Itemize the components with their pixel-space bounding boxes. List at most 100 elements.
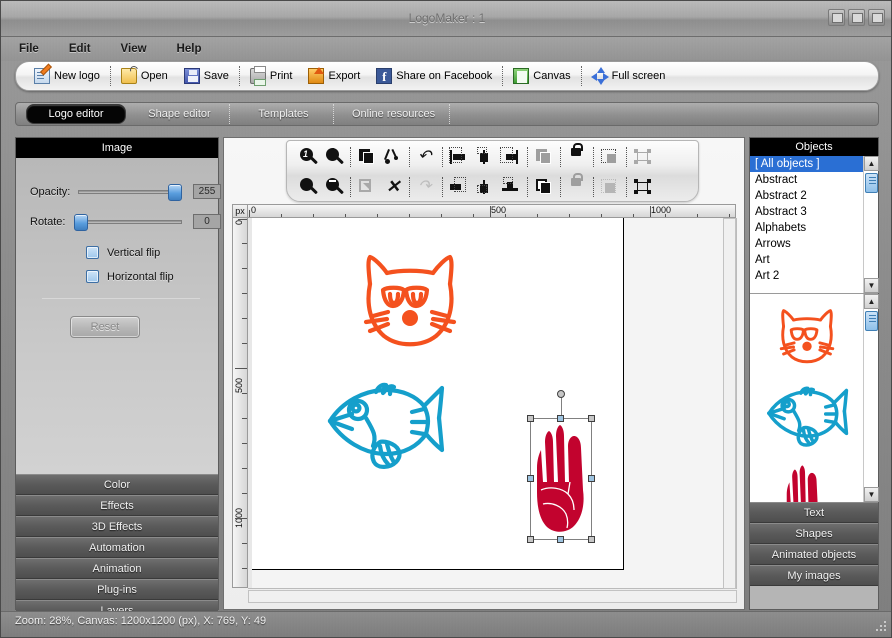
ungroup-icon[interactable] xyxy=(630,175,656,199)
list-item[interactable]: Art xyxy=(750,252,863,268)
resize-handle-w[interactable] xyxy=(527,475,534,482)
list-item[interactable]: Abstract 2 xyxy=(750,188,863,204)
open-button[interactable]: Open xyxy=(113,63,176,89)
undo-icon[interactable]: ↶ xyxy=(413,145,439,169)
preview-scroll-up-arrow-icon[interactable]: ▲ xyxy=(864,294,879,309)
tab-online-resources[interactable]: Online resources xyxy=(338,104,450,124)
paste-icon[interactable] xyxy=(354,175,380,199)
preview-hand-thumb[interactable] xyxy=(783,462,823,502)
align-left-icon[interactable] xyxy=(446,145,472,169)
opacity-value[interactable]: 255 xyxy=(193,184,221,199)
canvas-object-cat-face[interactable] xyxy=(340,246,480,358)
list-item[interactable]: Abstract xyxy=(750,172,863,188)
horizontal-flip-row[interactable]: Horizontal flip xyxy=(86,270,174,283)
rotate-slider-knob[interactable] xyxy=(74,214,88,231)
accordion-effects[interactable]: Effects xyxy=(16,495,218,516)
accordion-animation[interactable]: Animation xyxy=(16,558,218,579)
list-item[interactable]: Art 2 xyxy=(750,268,863,284)
tab-logo-editor[interactable]: Logo editor xyxy=(26,104,126,124)
list-item[interactable]: [ All objects ] xyxy=(750,156,863,172)
opacity-slider-knob[interactable] xyxy=(168,184,182,201)
select-all-icon[interactable] xyxy=(597,145,623,169)
preview-scroll-down-arrow-icon[interactable]: ▼ xyxy=(864,487,879,502)
menu-edit[interactable]: Edit xyxy=(67,41,93,57)
export-button[interactable]: Export xyxy=(300,63,368,89)
list-item[interactable]: Arrows xyxy=(750,236,863,252)
fullscreen-button[interactable]: Full screen xyxy=(584,63,674,89)
resize-handle-sw[interactable] xyxy=(527,536,534,543)
zoom-actual-icon[interactable]: 1 xyxy=(295,145,321,169)
canvas-viewport[interactable] xyxy=(248,218,737,589)
resize-handle-n[interactable] xyxy=(557,415,564,422)
bring-to-front-icon[interactable] xyxy=(531,145,557,169)
scroll-down-arrow-icon[interactable]: ▼ xyxy=(864,278,879,293)
rotation-handle[interactable] xyxy=(557,390,565,398)
vertical-flip-row[interactable]: Vertical flip xyxy=(86,246,160,259)
resize-grip-icon[interactable] xyxy=(875,621,887,633)
vertical-flip-checkbox[interactable] xyxy=(86,246,99,259)
selection-frame[interactable] xyxy=(530,418,592,540)
zoom-out-icon[interactable] xyxy=(321,175,347,199)
menu-help[interactable]: Help xyxy=(175,41,204,57)
cut-icon[interactable] xyxy=(380,145,406,169)
menu-file[interactable]: File xyxy=(17,41,41,57)
print-button[interactable]: Print xyxy=(242,63,301,89)
zoom-fit-icon[interactable] xyxy=(295,175,321,199)
resize-handle-nw[interactable] xyxy=(527,415,534,422)
right-panel-shapes-button[interactable]: Shapes xyxy=(750,523,878,544)
list-item[interactable]: Alphabets xyxy=(750,220,863,236)
canvas-button[interactable]: Canvas xyxy=(505,63,578,89)
maximize-button[interactable] xyxy=(848,9,865,26)
right-panel-text-button[interactable]: Text xyxy=(750,502,878,523)
align-bottom-icon[interactable] xyxy=(498,175,524,199)
preview-scroll-thumb[interactable] xyxy=(865,311,878,331)
scroll-thumb[interactable] xyxy=(865,173,878,193)
canvas-object-fish[interactable] xyxy=(320,376,450,471)
accordion-3d-effects[interactable]: 3D Effects xyxy=(16,516,218,537)
resize-handle-s[interactable] xyxy=(557,536,564,543)
align-center-vertical-icon[interactable] xyxy=(472,175,498,199)
align-right-icon[interactable] xyxy=(498,145,524,169)
right-panel-my-images-button[interactable]: My images xyxy=(750,565,878,586)
canvas-page[interactable] xyxy=(252,218,624,570)
preview-scrollbar[interactable]: ▲ ▼ xyxy=(863,294,878,502)
duplicate-icon[interactable] xyxy=(354,145,380,169)
objects-list[interactable]: [ All objects ] Abstract Abstract 2 Abst… xyxy=(750,156,878,293)
opacity-slider[interactable] xyxy=(78,190,182,194)
canvas-horizontal-scrollbar[interactable] xyxy=(248,590,737,603)
preview-fish-thumb[interactable] xyxy=(762,382,852,448)
horizontal-flip-checkbox[interactable] xyxy=(86,270,99,283)
accordion-plugins[interactable]: Plug-ins xyxy=(16,579,218,600)
minimize-button[interactable] xyxy=(828,9,845,26)
menu-view[interactable]: View xyxy=(119,41,149,57)
accordion-automation[interactable]: Automation xyxy=(16,537,218,558)
lock-icon[interactable] xyxy=(564,145,590,169)
send-to-back-icon[interactable] xyxy=(531,175,557,199)
group-icon[interactable] xyxy=(630,145,656,169)
objects-list-scrollbar[interactable]: ▲ ▼ xyxy=(863,156,878,293)
reset-button[interactable]: Reset xyxy=(70,316,140,338)
redo-icon[interactable]: ↷ xyxy=(413,175,439,199)
delete-icon[interactable]: ✕ xyxy=(380,175,406,199)
list-item[interactable]: Abstract 3 xyxy=(750,204,863,220)
tab-shape-editor[interactable]: Shape editor xyxy=(130,104,230,124)
resize-handle-e[interactable] xyxy=(588,475,595,482)
rotate-value[interactable]: 0 xyxy=(193,214,221,229)
objects-preview[interactable]: ▲ ▼ xyxy=(750,293,878,502)
accordion-color[interactable]: Color xyxy=(16,474,218,495)
rotate-slider[interactable] xyxy=(78,220,182,224)
new-logo-button[interactable]: New logo xyxy=(26,63,108,89)
resize-handle-ne[interactable] xyxy=(588,415,595,422)
align-center-horizontal-icon[interactable] xyxy=(472,145,498,169)
tab-templates[interactable]: Templates xyxy=(234,104,334,124)
align-top-icon[interactable] xyxy=(446,175,472,199)
resize-handle-se[interactable] xyxy=(588,536,595,543)
share-facebook-button[interactable]: f Share on Facebook xyxy=(368,63,500,89)
deselect-all-icon[interactable] xyxy=(597,175,623,199)
zoom-in-icon[interactable] xyxy=(321,145,347,169)
canvas-vertical-scrollbar[interactable] xyxy=(723,218,736,589)
scroll-up-arrow-icon[interactable]: ▲ xyxy=(864,156,879,171)
right-panel-animated-objects-button[interactable]: Animated objects xyxy=(750,544,878,565)
unlock-icon[interactable] xyxy=(564,175,590,199)
preview-cat-face-thumb[interactable] xyxy=(766,304,848,370)
